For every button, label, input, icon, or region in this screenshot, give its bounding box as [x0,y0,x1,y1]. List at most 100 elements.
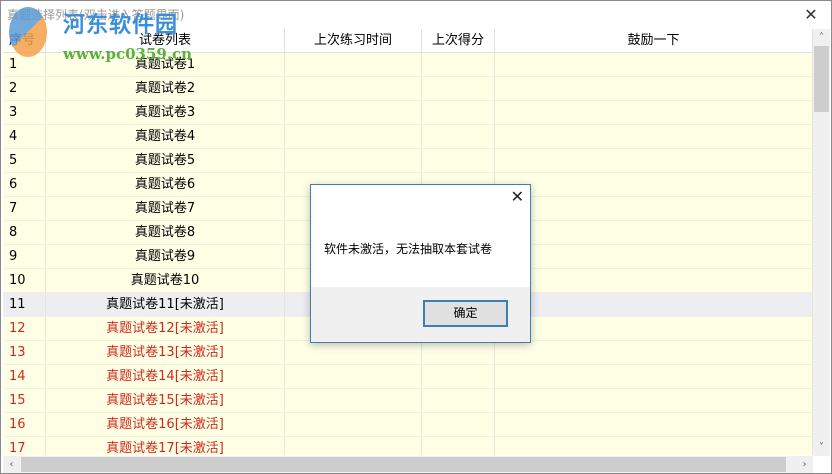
last-practice-time [285,101,422,124]
last-score [422,125,495,148]
row-number: 15 [3,389,46,412]
exam-name: 真题试卷9 [46,245,285,268]
last-practice-time [285,413,422,436]
table-row[interactable]: 15 真题试卷15[未激活] [3,389,813,413]
exam-name: 真题试卷8 [46,221,285,244]
header-last-time[interactable]: 上次练习时间 [285,29,422,52]
row-number: 7 [3,197,46,220]
last-score [422,413,495,436]
last-practice-time [285,437,422,455]
exam-name: 真题试卷6 [46,173,285,196]
row-number: 9 [3,245,46,268]
scroll-left-icon[interactable]: ‹ [3,456,20,473]
vertical-scrollbar[interactable]: ˄ ˅ [813,29,830,456]
row-number: 16 [3,413,46,436]
encouragement [495,77,813,100]
table-row[interactable]: 1 真题试卷1 [3,53,813,77]
exam-name: 真题试卷5 [46,149,285,172]
horizontal-scroll-thumb[interactable] [21,457,786,472]
table-row[interactable]: 2 真题试卷2 [3,77,813,101]
encouragement [495,245,813,268]
last-practice-time [285,341,422,364]
last-practice-time [285,53,422,76]
vertical-scroll-thumb[interactable] [814,46,829,112]
scroll-down-icon[interactable]: ˅ [813,439,830,456]
row-number: 2 [3,77,46,100]
encouragement [495,53,813,76]
encouragement [495,341,813,364]
exam-name: 真题试卷10 [46,269,285,292]
horizontal-scrollbar[interactable]: ‹ › [3,456,813,473]
last-score [422,341,495,364]
message-dialog: ✕ 软件未激活，无法抽取本套试卷 确定 [310,184,531,343]
last-score [422,437,495,455]
row-number: 6 [3,173,46,196]
exam-name: 真题试卷16[未激活] [46,413,285,436]
row-number: 3 [3,101,46,124]
last-practice-time [285,389,422,412]
row-number: 5 [3,149,46,172]
last-practice-time [285,149,422,172]
exam-name: 真题试卷1 [46,53,285,76]
last-score [422,365,495,388]
encouragement [495,173,813,196]
scroll-right-icon[interactable]: › [796,456,813,473]
header-exam[interactable]: 试卷列表 [46,29,285,52]
exam-name: 真题试卷2 [46,77,285,100]
table-row[interactable]: 13 真题试卷13[未激活] [3,341,813,365]
encouragement [495,101,813,124]
encouragement [495,293,813,316]
exam-name: 真题试卷12[未激活] [46,317,285,340]
encouragement [495,413,813,436]
last-score [422,101,495,124]
encouragement [495,197,813,220]
close-icon[interactable]: ✕ [791,1,831,28]
row-number: 14 [3,365,46,388]
last-practice-time [285,77,422,100]
scroll-up-icon[interactable]: ˄ [813,29,830,46]
app-window: 真题选择列表(双击进入答题界面) ✕ 序号 试卷列表 上次练习时间 上次得分 鼓… [0,0,832,474]
row-number: 8 [3,221,46,244]
encouragement [495,221,813,244]
header-encourage[interactable]: 鼓励一下 [495,29,813,52]
table-row[interactable]: 5 真题试卷5 [3,149,813,173]
table-row[interactable]: 4 真题试卷4 [3,125,813,149]
encouragement [495,365,813,388]
dialog-footer: 确定 [311,287,530,342]
row-number: 1 [3,53,46,76]
encouragement [495,149,813,172]
ok-button[interactable]: 确定 [423,300,508,327]
row-number: 12 [3,317,46,340]
last-score [422,53,495,76]
last-score [422,77,495,100]
exam-name: 真题试卷14[未激活] [46,365,285,388]
title-bar: 真题选择列表(双击进入答题界面) ✕ [1,1,831,28]
row-number: 13 [3,341,46,364]
header-no[interactable]: 序号 [3,29,46,52]
table-row[interactable]: 17 真题试卷17[未激活] [3,437,813,455]
table-row[interactable]: 16 真题试卷16[未激活] [3,413,813,437]
exam-name: 真题试卷17[未激活] [46,437,285,455]
encouragement [495,389,813,412]
header-last-score[interactable]: 上次得分 [422,29,495,52]
table-row[interactable]: 14 真题试卷14[未激活] [3,365,813,389]
row-number: 10 [3,269,46,292]
row-number: 11 [3,293,46,316]
last-practice-time [285,365,422,388]
table-header: 序号 试卷列表 上次练习时间 上次得分 鼓励一下 [3,29,813,53]
window-title: 真题选择列表(双击进入答题界面) [7,8,185,22]
exam-name: 真题试卷13[未激活] [46,341,285,364]
encouragement [495,437,813,455]
row-number: 4 [3,125,46,148]
row-number: 17 [3,437,46,455]
dialog-close-icon[interactable]: ✕ [511,187,524,206]
encouragement [495,317,813,340]
exam-name: 真题试卷3 [46,101,285,124]
exam-name: 真题试卷15[未激活] [46,389,285,412]
exam-name: 真题试卷11[未激活] [46,293,285,316]
table-row[interactable]: 3 真题试卷3 [3,101,813,125]
exam-name: 真题试卷7 [46,197,285,220]
exam-name: 真题试卷4 [46,125,285,148]
encouragement [495,269,813,292]
encouragement [495,125,813,148]
